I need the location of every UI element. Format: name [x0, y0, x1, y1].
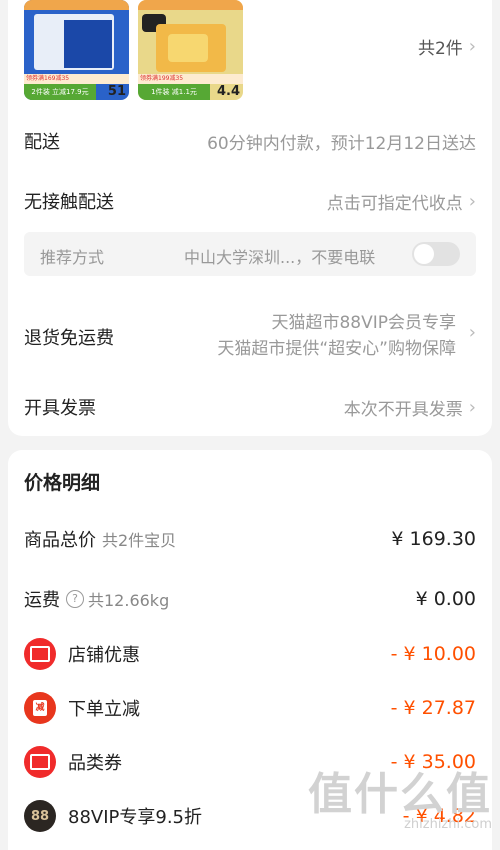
shop-discount-row: 店铺优惠 - ¥ 10.00	[24, 638, 476, 670]
instant-discount-row: 减下单立减 - ¥ 27.87	[24, 692, 476, 724]
contactless-delivery-row[interactable]: 无接触配送 点击可指定代收点 ›	[24, 188, 476, 214]
recommend-method-row: 推荐方式 中山大学深圳...，不要电联	[24, 232, 476, 276]
recommend-method-value: 中山大学深圳...，不要电联	[184, 248, 376, 267]
coupon-ticket-icon	[24, 746, 56, 778]
instant-discount-icon: 减	[24, 692, 56, 724]
help-icon[interactable]: ?	[66, 590, 84, 608]
product-deal-text: 2件装 立减17.9元	[24, 84, 96, 100]
goods-total-row: 商品总价 共2件宝贝 ¥ 169.30	[24, 528, 476, 551]
chevron-right-icon: ›	[468, 190, 476, 212]
recommend-toggle[interactable]	[412, 242, 460, 266]
chevron-right-icon: ›	[468, 36, 476, 57]
delivery-row: 配送 60分钟内付款，预计12月12日送达	[24, 128, 476, 154]
vip88-icon: 88	[24, 800, 56, 832]
chevron-right-icon: ›	[468, 322, 476, 343]
product-thumbnail-1[interactable]: 领券满169减35 2件装 立减17.9元 51	[24, 0, 129, 100]
product-thumbnail-2[interactable]: 领券满199减35 1件装 减1.1元 4.4	[138, 0, 243, 100]
product-coupon-text: 领券满199减35	[138, 74, 243, 84]
items-count-link[interactable]: 共2件 ›	[418, 34, 476, 59]
order-info-card: 领券满169减35 2件装 立减17.9元 51 领券满199减35 1件装 减…	[8, 0, 492, 436]
watermark: 值什么值 zhizhizhi.com	[308, 769, 492, 833]
product-deal-text: 1件装 减1.1元	[138, 84, 210, 100]
delivery-estimate: 60分钟内付款，预计12月12日送达	[207, 133, 476, 154]
shipping-row: 运费? 共12.66kg ¥ 0.00	[24, 588, 476, 611]
price-detail-title: 价格明细	[24, 472, 101, 494]
coupon-ticket-icon	[24, 638, 56, 670]
free-return-row[interactable]: 退货免运费 天猫超市88VIP会员专享 天猫超市提供“超安心”购物保障 ›	[24, 308, 476, 364]
invoice-row[interactable]: 开具发票 本次不开具发票 ›	[24, 394, 476, 420]
product-coupon-text: 领券满169减35	[24, 74, 129, 84]
product-price: 51	[107, 84, 126, 99]
product-price: 4.4	[216, 84, 240, 99]
chevron-right-icon: ›	[468, 396, 476, 418]
